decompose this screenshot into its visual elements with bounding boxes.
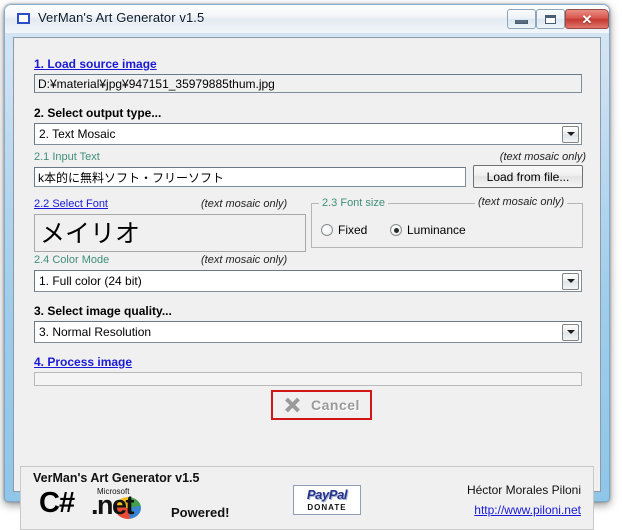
window-client-area: 1. Load source image D:¥material¥jpg¥947… <box>13 37 601 530</box>
author-name: Héctor Morales Piloni <box>466 483 581 497</box>
image-quality-select[interactable]: 3. Normal Resolution <box>34 321 582 343</box>
load-source-image-link[interactable]: 1. Load source image <box>34 57 157 71</box>
footer-product-title: VerMan's Art Generator v1.5 <box>33 471 200 485</box>
color-mode-select[interactable]: 1. Full color (24 bit) <box>34 270 582 292</box>
output-type-select[interactable]: 2. Text Mosaic <box>34 123 582 145</box>
paypal-donate-label: DONATE <box>307 503 347 512</box>
powered-label: Powered! <box>171 505 230 520</box>
radio-luminance[interactable]: Luminance <box>390 223 466 237</box>
cancel-x-icon <box>283 396 301 414</box>
image-quality-heading: 3. Select image quality... <box>34 304 172 318</box>
font-size-group-label: 2.3 Font size <box>319 197 388 209</box>
radio-luminance-label: Luminance <box>407 223 466 237</box>
app-window-icon <box>17 13 30 24</box>
output-type-value: 2. Text Mosaic <box>39 127 116 141</box>
input-text-label: 2.1 Input Text <box>34 151 100 163</box>
window-title: VerMan's Art Generator v1.5 <box>38 10 205 25</box>
input-text-hint: (text mosaic only) <box>499 151 586 163</box>
load-from-file-button[interactable]: Load from file... <box>473 165 583 188</box>
font-preview-text: メイリオ <box>40 218 141 248</box>
maximize-icon <box>545 14 556 24</box>
font-size-group-hint: (text mosaic only) <box>475 196 568 208</box>
select-font-hint: (text mosaic only) <box>201 198 288 210</box>
color-mode-value: 1. Full color (24 bit) <box>39 274 142 288</box>
color-mode-hint: (text mosaic only) <box>201 254 288 266</box>
output-type-heading: 2. Select output type... <box>34 106 162 120</box>
radio-fixed[interactable]: Fixed <box>321 223 367 237</box>
csharp-dotnet-logo: C# Microsoft .net Powered! <box>39 487 239 525</box>
source-path-field[interactable]: D:¥material¥jpg¥947151_35979885thum.jpg <box>34 74 582 93</box>
window-titlebar[interactable]: VerMan's Art Generator v1.5 ✕ <box>5 5 609 33</box>
author-website-link[interactable]: http://www.piloni.net <box>474 503 581 517</box>
process-image-link[interactable]: 4. Process image <box>34 355 132 369</box>
footer-panel: VerMan's Art Generator v1.5 C# Microsoft… <box>20 466 594 530</box>
minimize-icon <box>515 19 528 24</box>
close-icon: ✕ <box>581 11 593 27</box>
radio-selected-dot <box>393 227 399 233</box>
close-button[interactable]: ✕ <box>565 9 609 29</box>
minimize-button[interactable] <box>507 9 536 29</box>
input-text-field[interactable]: k本的に無料ソフト・フリーソフト <box>34 167 466 187</box>
dotnet-logo-text: .net <box>91 490 135 520</box>
image-quality-value: 3. Normal Resolution <box>39 325 152 339</box>
process-progress-bar <box>34 372 582 386</box>
chevron-down-icon[interactable] <box>562 323 579 341</box>
chevron-down-icon[interactable] <box>562 272 579 290</box>
radio-fixed-label: Fixed <box>338 223 368 237</box>
paypal-donate-button[interactable]: PayPal DONATE <box>293 485 361 515</box>
cancel-button-label: Cancel <box>311 397 360 413</box>
radio-fixed-icon <box>321 224 333 236</box>
cancel-button[interactable]: Cancel <box>271 390 372 420</box>
select-font-link[interactable]: 2.2 Select Font <box>34 198 108 210</box>
paypal-logo-text: PayPal <box>306 487 348 502</box>
radio-luminance-icon <box>390 224 402 236</box>
application-window: VerMan's Art Generator v1.5 ✕ 1. Load so… <box>4 4 610 530</box>
font-preview-box[interactable]: メイリオ <box>34 214 306 252</box>
chevron-down-icon[interactable] <box>562 125 579 143</box>
color-mode-label: 2.4 Color Mode <box>34 254 110 266</box>
desktop-background: VerMan's Art Generator v1.5 ✕ 1. Load so… <box>0 0 622 530</box>
maximize-button[interactable] <box>536 9 565 29</box>
